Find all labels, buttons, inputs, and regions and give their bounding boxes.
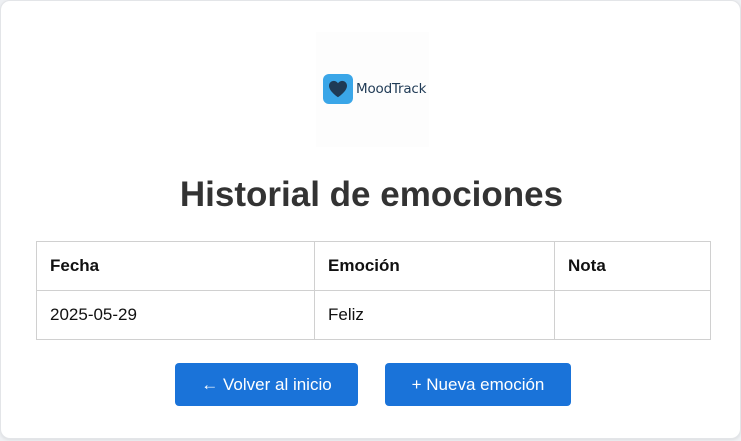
table-row: 2025-05-29 Feliz [36, 290, 711, 340]
table-header-row: Fecha Emoción Nota [36, 241, 711, 291]
column-header-date: Fecha [36, 241, 315, 291]
cell-date: 2025-05-29 [36, 290, 315, 340]
page-title: Historial de emociones [179, 175, 564, 214]
brand-name: MoodTrack [356, 81, 427, 97]
emotion-history-table: Fecha Emoción Nota 2025-05-29 Feliz [36, 241, 711, 340]
cell-emotion: Feliz [314, 290, 555, 340]
back-home-button[interactable]: ← Volver al inicio [175, 363, 358, 406]
column-header-note: Nota [554, 241, 711, 291]
logo: MoodTrack [316, 32, 429, 147]
new-emotion-button[interactable]: + Nueva emoción [385, 363, 571, 406]
cell-note [554, 290, 711, 340]
column-header-emotion: Emoción [314, 241, 555, 291]
heart-icon [323, 74, 353, 104]
main-card: MoodTrack Historial de emociones Fecha E… [0, 0, 741, 439]
logo-inner: MoodTrack [323, 74, 426, 104]
